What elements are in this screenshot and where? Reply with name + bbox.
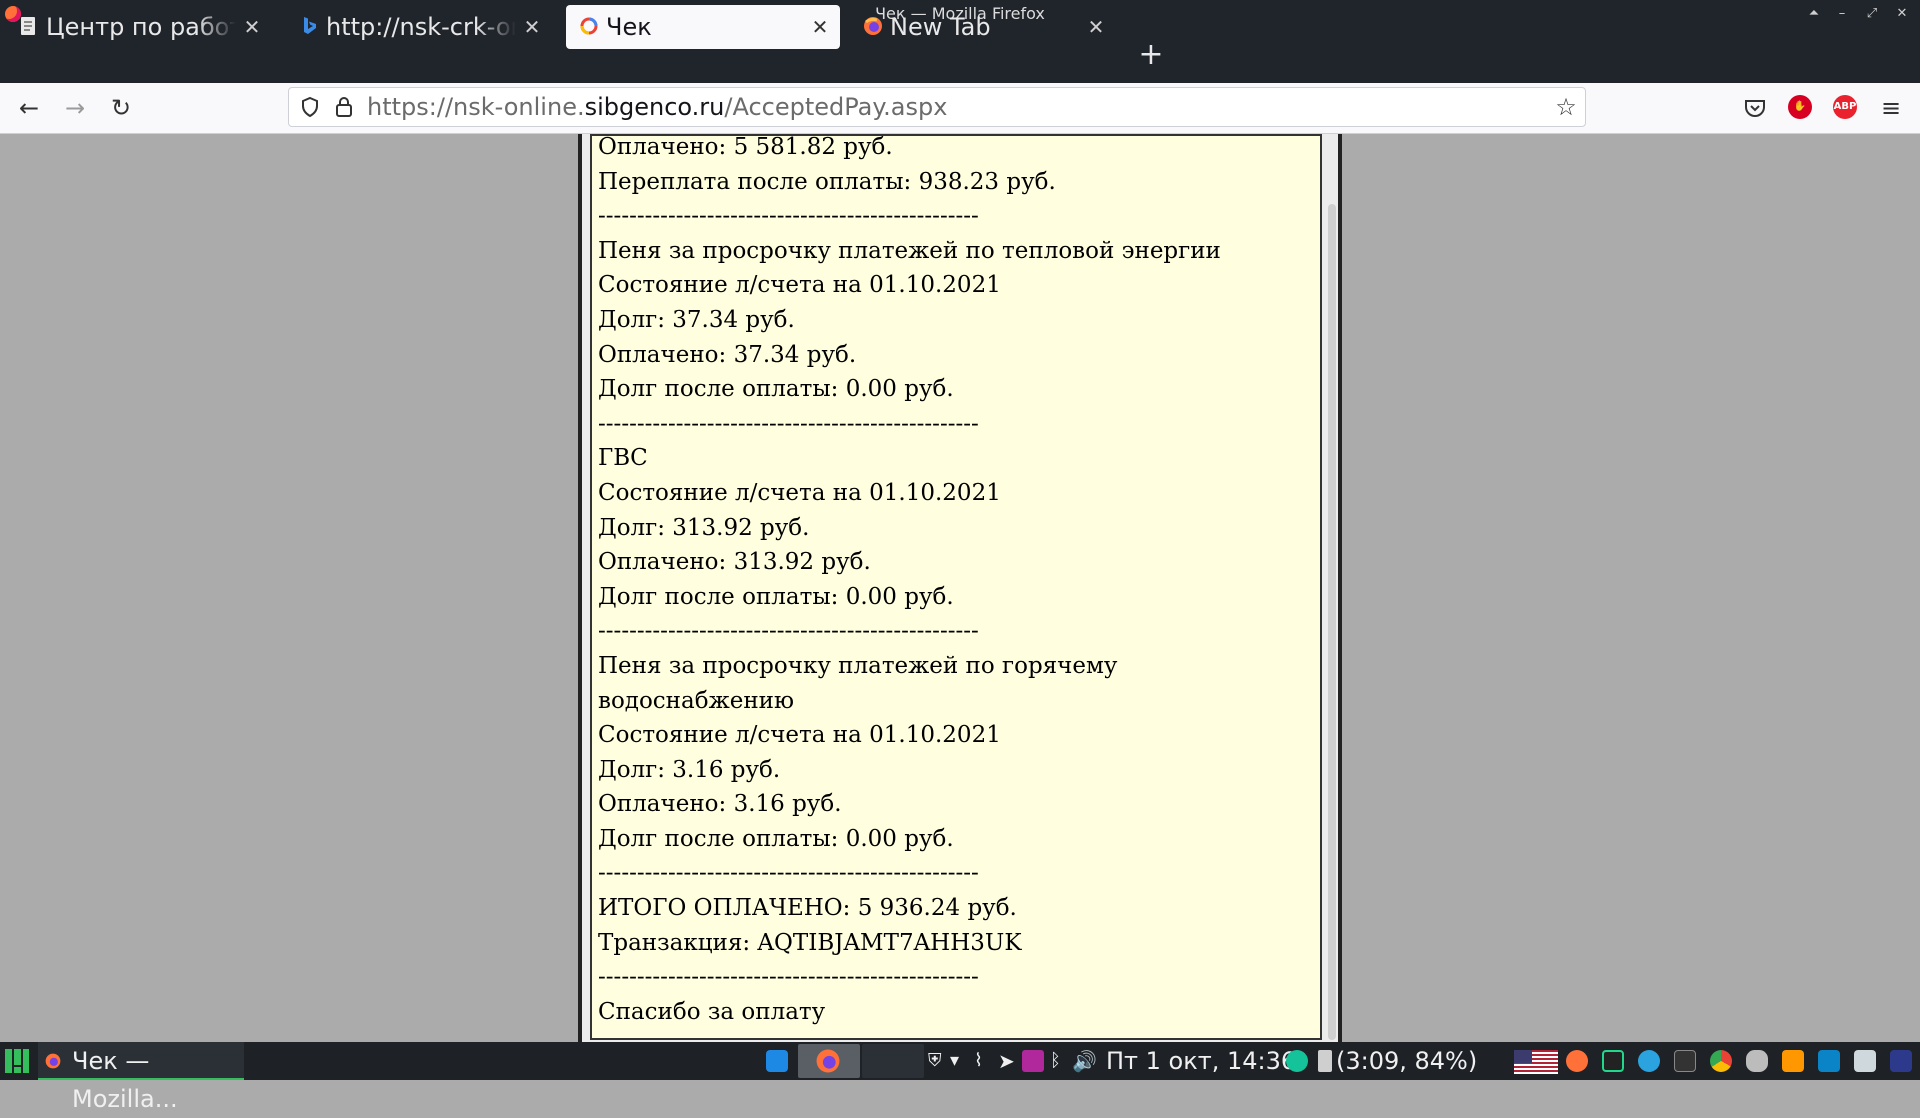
- attachment-icon[interactable]: ⌇: [974, 1042, 983, 1080]
- firefox-launcher-icon[interactable]: [1566, 1050, 1588, 1072]
- receipt-line: водоснабжению: [598, 687, 795, 714]
- firefox-icon: [864, 17, 882, 35]
- receipt-line: Долг после оплаты: 0.00 руб.: [598, 376, 954, 403]
- app-tray-icon[interactable]: [1022, 1050, 1044, 1072]
- receipt-line: Спасибо за оплату: [598, 998, 826, 1025]
- desktop-pager-2[interactable]: [862, 1044, 924, 1078]
- receipt-line: Оплачено: 3.16 руб.: [598, 791, 842, 818]
- receipt-separator: ----------------------------------------…: [598, 203, 979, 230]
- new-tab-button[interactable]: +: [1136, 33, 1166, 77]
- tab-close-icon[interactable]: ✕: [1084, 5, 1108, 49]
- receipt-line: Оплачено: 37.34 руб.: [598, 341, 857, 368]
- receipt-lines: Оплачено: 5 581.82 руб. Переплата после о…: [598, 134, 1298, 1029]
- receipt-line: Пеня за просрочку платежей по горячему: [598, 652, 1118, 679]
- database-icon[interactable]: [1746, 1050, 1768, 1072]
- tab-close-icon[interactable]: ✕: [520, 5, 544, 49]
- window-minimize-button[interactable]: –: [1832, 4, 1852, 24]
- telegram-launcher-icon[interactable]: [1638, 1050, 1660, 1072]
- desktop-icon[interactable]: [766, 1050, 788, 1072]
- receipt-line: Состояние л/счета на 01.10.2021: [598, 722, 1001, 749]
- tracking-shield-icon[interactable]: [297, 94, 323, 120]
- receipt-line: Долг после оплаты: 0.00 руб.: [598, 583, 954, 610]
- lock-icon[interactable]: [331, 94, 357, 120]
- firefox-icon: [816, 1049, 840, 1073]
- receipt-line: Состояние л/счета на 01.10.2021: [598, 479, 1001, 506]
- chrome-icon[interactable]: [1710, 1050, 1732, 1072]
- window-close-button[interactable]: ✕: [1892, 4, 1912, 24]
- back-icon[interactable]: ←: [14, 93, 44, 123]
- reload-icon[interactable]: ↻: [106, 93, 136, 123]
- receipt-line: Переплата после оплаты: 938.23 руб.: [598, 168, 1056, 195]
- tab-new-tab[interactable]: New Tab ✕: [850, 5, 1116, 49]
- document-icon: [21, 17, 35, 35]
- receipt-separator: ----------------------------------------…: [598, 618, 979, 645]
- receipt-line: Долг: 313.92 руб.: [598, 514, 810, 541]
- battery-status: (3:09, 84%): [1336, 1047, 1478, 1075]
- volume-icon[interactable]: 🔊: [1072, 1042, 1097, 1080]
- tab-label: Чек: [606, 13, 652, 41]
- adblock-plus-icon[interactable]: ABP: [1833, 95, 1857, 119]
- desktop-pager-1[interactable]: [798, 1044, 860, 1078]
- pocket-icon[interactable]: [1742, 95, 1768, 121]
- url-prefix: https://nsk-online.: [367, 93, 585, 121]
- loading-icon: [580, 17, 598, 35]
- tab-tsentr[interactable]: Центр по работе с ✕: [6, 5, 272, 49]
- receipt-line: Долг: 3.16 руб.: [598, 756, 781, 783]
- receipt-separator: ----------------------------------------…: [598, 410, 979, 437]
- url-path: /AcceptedPay.aspx: [724, 93, 948, 121]
- receipt-scrollbar[interactable]: [1328, 204, 1336, 1040]
- remote-desktop-icon[interactable]: [1818, 1050, 1840, 1072]
- battery-icon[interactable]: [1318, 1050, 1332, 1072]
- receipt-line: Долг: 37.34 руб.: [598, 306, 795, 333]
- url-text[interactable]: https://nsk-online.sibgenco.ru/AcceptedP…: [367, 88, 947, 126]
- pycharm-icon[interactable]: [1602, 1050, 1624, 1072]
- forward-icon[interactable]: →: [60, 93, 90, 123]
- firefox-icon: [45, 1053, 61, 1069]
- bookmark-star-icon[interactable]: ☆: [1553, 94, 1579, 120]
- receipt-panel: Оплачено: 5 581.82 руб. Переплата после о…: [590, 134, 1322, 1040]
- window-maximize-button[interactable]: ⤢: [1862, 4, 1882, 24]
- window-keep-above-button[interactable]: ⏶: [1804, 4, 1824, 24]
- tab-close-icon[interactable]: ✕: [808, 5, 832, 49]
- receipt-separator: ----------------------------------------…: [598, 860, 979, 887]
- receipt-line: Состояние л/счета на 01.10.2021: [598, 272, 1001, 299]
- receipt-line: Транзакция: AQTIBJAMT7AHH3UK: [598, 929, 1022, 956]
- taskbar-window-label: Чек — Mozilla...: [72, 1047, 178, 1113]
- address-bar[interactable]: https://nsk-online.sibgenco.ru/AcceptedP…: [288, 87, 1586, 127]
- show-desktop-icon[interactable]: [1890, 1050, 1912, 1072]
- bluetooth-icon[interactable]: ᛒ: [1050, 1042, 1061, 1080]
- receipt-line: Оплачено: 5 581.82 руб.: [598, 134, 893, 160]
- url-domain: sibgenco.ru: [584, 93, 725, 121]
- wifi-icon[interactable]: ▾: [950, 1042, 959, 1080]
- bing-icon: [304, 17, 316, 34]
- clock[interactable]: Пт 1 окт, 14:36: [1106, 1042, 1296, 1080]
- manjaro-menu-icon[interactable]: [4, 1048, 30, 1074]
- tab-nsk-crk[interactable]: http://nsk-crk-online ✕: [286, 5, 552, 49]
- receipt-line: Оплачено: 313.92 руб.: [598, 549, 871, 576]
- page-viewport: Оплачено: 5 581.82 руб. Переплата после о…: [0, 134, 1920, 1042]
- receipt-line: Долг после оплаты: 0.00 руб.: [598, 825, 954, 852]
- system-taskbar: Чек — Mozilla... ⛨ ▾ ⌇ ➤ ᛒ 🔊 Пт 1 окт, 1…: [0, 1042, 1920, 1113]
- tab-close-icon[interactable]: ✕: [240, 5, 264, 49]
- receipt-frame: Оплачено: 5 581.82 руб. Переплата после о…: [578, 134, 1342, 1042]
- terminal-icon[interactable]: [1674, 1050, 1696, 1072]
- tab-chek[interactable]: Чек ✕: [566, 5, 840, 49]
- telegram-tray-icon[interactable]: ➤: [998, 1042, 1015, 1080]
- us-flag-icon[interactable]: [1514, 1050, 1558, 1074]
- taskbar-window-button[interactable]: Чек — Mozilla...: [38, 1042, 244, 1113]
- receipt-separator: ----------------------------------------…: [598, 964, 979, 991]
- tab-label: New Tab: [890, 13, 991, 41]
- ublock-shield-icon[interactable]: ✋: [1788, 95, 1812, 119]
- grammarly-icon[interactable]: [1286, 1050, 1308, 1072]
- vpn-shield-icon[interactable]: ⛨: [928, 1042, 942, 1080]
- navigation-toolbar: ← → ↻ https://nsk-online.sibgenco.ru/Acc…: [0, 83, 1920, 134]
- menu-hamburger-icon[interactable]: ≡: [1876, 93, 1906, 123]
- receipt-line: Пеня за просрочку платежей по тепловой э…: [598, 237, 1221, 264]
- calculator-icon[interactable]: [1854, 1050, 1876, 1072]
- receipt-line: ГВС: [598, 445, 648, 472]
- sublime-text-icon[interactable]: [1782, 1050, 1804, 1072]
- receipt-line: ИТОГО ОПЛАЧЕНО: 5 936.24 руб.: [598, 895, 1017, 922]
